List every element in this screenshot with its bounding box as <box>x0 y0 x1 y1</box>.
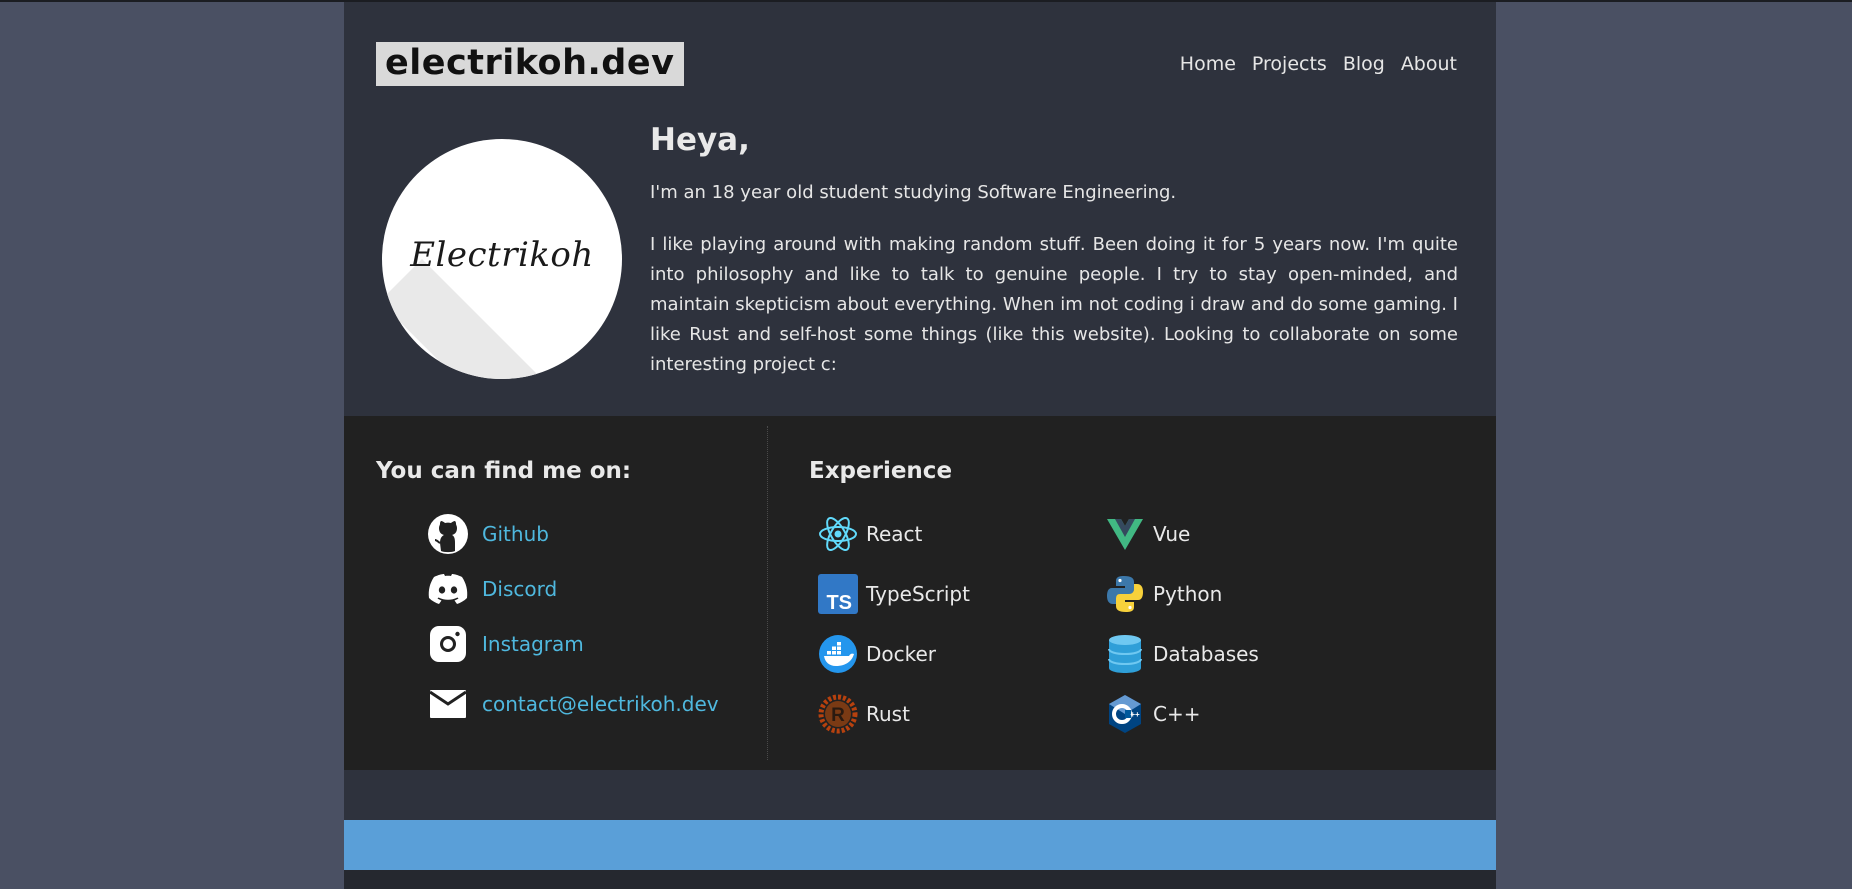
page-container: electrikoh.dev Home Projects Blog About … <box>344 2 1496 889</box>
social-label[interactable]: Discord <box>482 577 557 601</box>
database-icon <box>1103 632 1147 676</box>
cpp-icon: ++ <box>1103 692 1147 736</box>
exp-typescript: TS TypeScript <box>816 572 970 616</box>
mail-icon <box>426 682 470 726</box>
exp-vue: Vue <box>1103 512 1190 556</box>
exp-cpp: ++ C++ <box>1103 692 1200 736</box>
site-logo[interactable]: electrikoh.dev <box>376 42 685 86</box>
exp-label: Databases <box>1153 642 1259 666</box>
social-instagram[interactable]: Instagram <box>426 622 584 666</box>
exp-label: Python <box>1153 582 1223 606</box>
social-label[interactable]: Instagram <box>482 632 584 656</box>
nav-projects[interactable]: Projects <box>1252 52 1327 76</box>
exp-label: TypeScript <box>866 582 970 606</box>
hero-intro: I'm an 18 year old student studying Soft… <box>650 182 1177 203</box>
exp-label: Rust <box>866 702 910 726</box>
typescript-icon: TS <box>816 572 860 616</box>
info-section: You can find me on: Experience Github Di… <box>344 416 1496 770</box>
exp-docker: Docker <box>816 632 936 676</box>
hero-bio: I like playing around with making random… <box>650 234 1458 375</box>
hero-title: Heya, <box>650 122 750 158</box>
avatar-signature: Electrikoh <box>410 235 594 275</box>
vue-icon <box>1103 512 1147 556</box>
footer-strip <box>344 870 1496 889</box>
docker-icon <box>816 632 860 676</box>
github-icon <box>426 512 470 556</box>
avatar: Electrikoh <box>382 139 622 379</box>
column-divider <box>767 426 768 760</box>
socials-title: You can find me on: <box>376 458 632 484</box>
social-github[interactable]: Github <box>426 512 549 556</box>
footer-bar <box>344 820 1496 870</box>
experience-title: Experience <box>809 458 953 484</box>
svg-text:++: ++ <box>1130 710 1140 719</box>
rust-icon: R <box>816 692 860 736</box>
social-email[interactable]: contact@electrikoh.dev <box>426 682 719 726</box>
exp-python: Python <box>1103 572 1222 616</box>
social-label[interactable]: contact@electrikoh.dev <box>482 692 719 716</box>
exp-label: React <box>866 522 923 546</box>
nav-home[interactable]: Home <box>1180 52 1236 76</box>
react-icon <box>816 512 860 556</box>
exp-react: React <box>816 512 922 556</box>
social-discord[interactable]: Discord <box>426 567 557 611</box>
avatar-shadow <box>382 259 622 379</box>
social-label[interactable]: Github <box>482 522 549 546</box>
python-icon <box>1103 572 1147 616</box>
instagram-icon <box>426 622 470 666</box>
exp-rust: R Rust <box>816 692 910 736</box>
exp-label: C++ <box>1153 702 1201 726</box>
nav-blog[interactable]: Blog <box>1343 52 1385 76</box>
svg-text:R: R <box>831 705 845 726</box>
discord-icon <box>426 567 470 611</box>
exp-label: Docker <box>866 642 937 666</box>
nav-about[interactable]: About <box>1401 52 1457 76</box>
main-nav: Home Projects Blog About <box>1180 52 1457 76</box>
svg-text:TS: TS <box>826 592 852 614</box>
exp-label: Vue <box>1153 522 1191 546</box>
exp-databases: Databases <box>1103 632 1259 676</box>
